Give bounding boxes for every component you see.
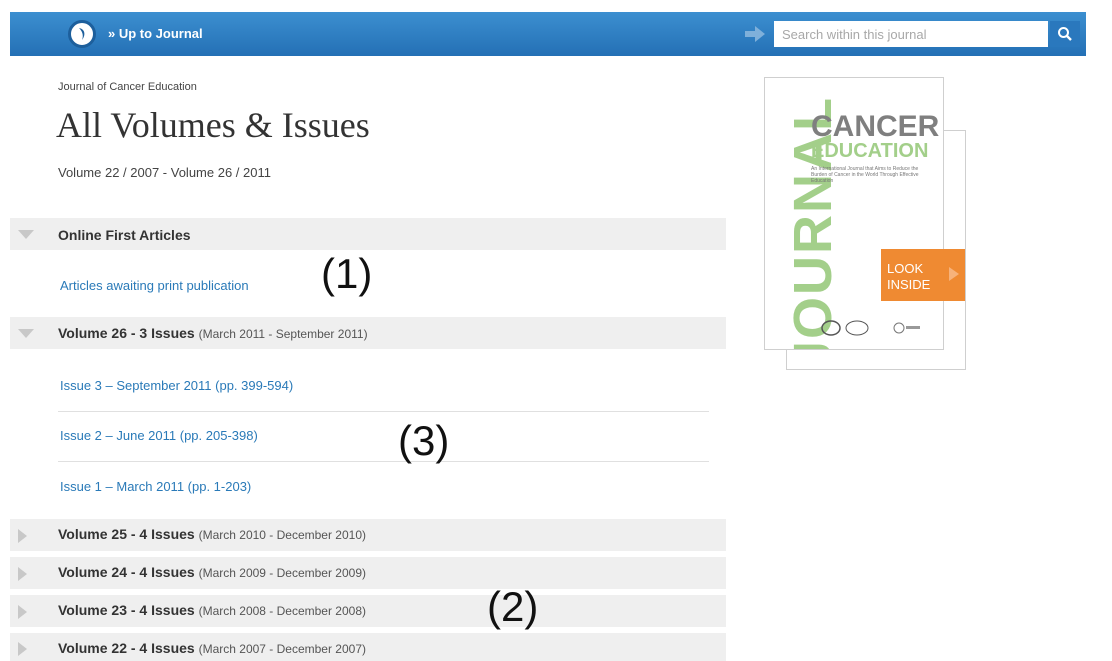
chevron-right-icon (18, 642, 27, 656)
springer-logo-icon[interactable] (68, 20, 96, 48)
volume-date-range: (March 2010 - December 2010) (198, 528, 367, 542)
volume-title: Volume 22 - 4 Issues (58, 640, 195, 656)
search-button[interactable] (1050, 21, 1080, 47)
annotation-label: (3) (398, 417, 450, 464)
volume-title: Volume 26 - 3 Issues (58, 325, 195, 341)
chevron-down-icon (18, 230, 34, 239)
cover-subtitle: An International Journal that Aims to Re… (811, 166, 919, 184)
annotation-label: (1) (321, 250, 373, 297)
section-online-first[interactable]: Online First Articles (10, 218, 726, 250)
volume-range: Volume 22 / 2007 - Volume 26 / 2011 (58, 165, 271, 180)
divider (58, 411, 709, 412)
search-icon (1058, 27, 1072, 41)
page-title: All Volumes & Issues (56, 105, 370, 145)
volume-title: Volume 24 - 4 Issues (58, 564, 195, 580)
top-bar: » Up to Journal (10, 12, 1086, 56)
section-volume-22[interactable]: Volume 22 - 4 Issues (March 2007 - Decem… (10, 633, 726, 661)
chevron-down-icon (18, 329, 34, 338)
cover-education-text: EDUCATION (811, 140, 929, 162)
publisher-logos-icon (821, 320, 920, 336)
volume-title: Volume 25 - 4 Issues (58, 526, 195, 542)
look-inside-button[interactable]: LOOK INSIDE (881, 249, 965, 301)
issue-link[interactable]: Issue 1 – March 2011 (pp. 1-203) (60, 479, 251, 494)
up-to-journal-link[interactable]: » Up to Journal (108, 26, 203, 41)
issue-link[interactable]: Issue 2 – June 2011 (pp. 205-398) (60, 428, 258, 443)
volume-title: Volume 23 - 4 Issues (58, 602, 195, 618)
section-volume-24[interactable]: Volume 24 - 4 Issues (March 2009 - Decem… (10, 557, 726, 589)
look-inside-label: LOOK INSIDE (887, 261, 931, 292)
volume-date-range: (March 2011 - September 2011) (198, 327, 368, 341)
chevron-right-icon (18, 567, 27, 581)
section-volume-25[interactable]: Volume 25 - 4 Issues (March 2010 - Decem… (10, 519, 726, 551)
chevron-right-icon (949, 267, 959, 281)
search-input[interactable] (774, 21, 1048, 47)
section-title: Online First Articles (58, 227, 191, 243)
section-volume-23[interactable]: Volume 23 - 4 Issues (March 2008 - Decem… (10, 595, 726, 627)
journal-name[interactable]: Journal of Cancer Education (58, 81, 197, 93)
issue-link[interactable]: Issue 3 – September 2011 (pp. 399-594) (60, 378, 293, 393)
cover-cancer-text: CANCER (811, 110, 940, 143)
chevron-right-icon (18, 605, 27, 619)
chevron-right-icon (18, 529, 27, 543)
arrow-right-icon (745, 25, 767, 48)
divider (58, 461, 709, 462)
journal-cover[interactable]: JOURNAL CANCER EDUCATION An Internationa… (764, 77, 944, 350)
annotation-label: (2) (487, 583, 539, 630)
volume-date-range: (March 2009 - December 2009) (198, 566, 367, 580)
volume-date-range: (March 2008 - December 2008) (198, 604, 367, 618)
articles-awaiting-link[interactable]: Articles awaiting print publication (60, 278, 249, 293)
section-volume-26[interactable]: Volume 26 - 3 Issues (March 2011 - Septe… (10, 317, 726, 349)
volume-date-range: (March 2007 - December 2007) (198, 642, 367, 656)
